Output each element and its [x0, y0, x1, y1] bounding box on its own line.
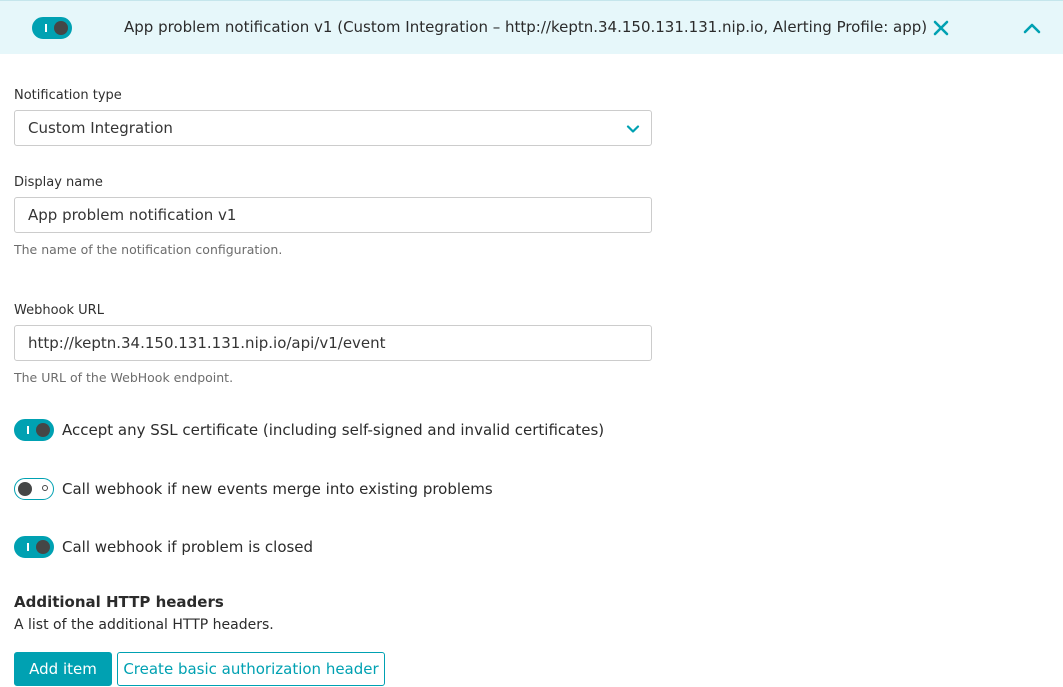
- create-basic-auth-button[interactable]: Create basic authorization header: [117, 652, 385, 686]
- notification-type-value: Custom Integration: [28, 119, 173, 137]
- webhook-url-input[interactable]: http://keptn.34.150.131.131.nip.io/api/v…: [14, 325, 652, 361]
- display-name-input[interactable]: App problem notification v1: [14, 197, 652, 233]
- webhook-url-label: Webhook URL: [14, 303, 104, 318]
- config-header: App problem notification v1 (Custom Inte…: [0, 0, 1063, 54]
- http-headers-description: A list of the additional HTTP headers.: [14, 617, 274, 633]
- config-enabled-toggle[interactable]: [32, 17, 72, 39]
- notification-type-select[interactable]: Custom Integration: [14, 110, 652, 146]
- close-icon[interactable]: [930, 17, 952, 39]
- chevron-up-icon[interactable]: [1021, 17, 1043, 39]
- accept-ssl-toggle[interactable]: [14, 419, 54, 441]
- config-title: App problem notification v1 (Custom Inte…: [124, 18, 928, 36]
- problem-closed-toggle[interactable]: [14, 536, 54, 558]
- webhook-url-hint: The URL of the WebHook endpoint.: [14, 370, 234, 385]
- notification-type-label: Notification type: [14, 88, 122, 103]
- accept-ssl-label: Accept any SSL certificate (including se…: [62, 421, 605, 439]
- display-name-value: App problem notification v1: [28, 206, 237, 224]
- display-name-hint: The name of the notification configurati…: [14, 242, 283, 257]
- webhook-url-value: http://keptn.34.150.131.131.nip.io/api/v…: [28, 334, 386, 352]
- merge-events-toggle[interactable]: [14, 478, 54, 500]
- display-name-label: Display name: [14, 175, 103, 190]
- add-item-button[interactable]: Add item: [14, 652, 112, 686]
- http-headers-title: Additional HTTP headers: [14, 593, 224, 611]
- merge-events-label: Call webhook if new events merge into ex…: [62, 480, 493, 498]
- chevron-down-icon: [626, 125, 640, 133]
- problem-closed-label: Call webhook if problem is closed: [62, 538, 314, 556]
